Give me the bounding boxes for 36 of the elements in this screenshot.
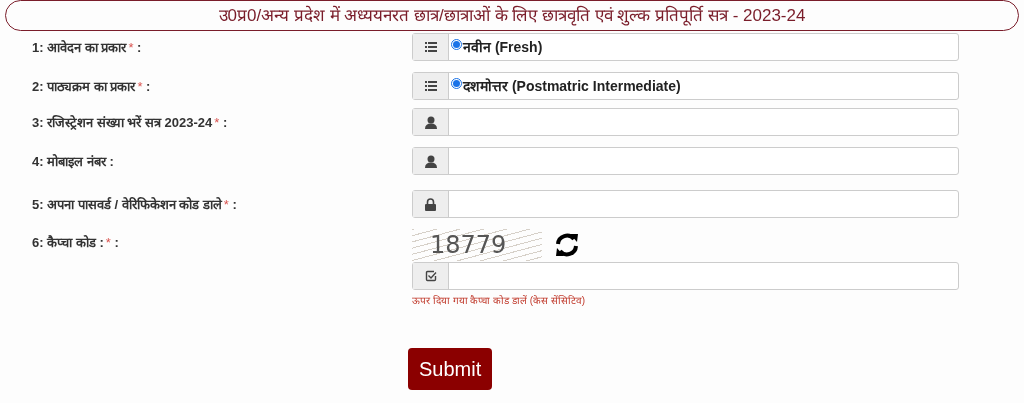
radio-label: दशमोत्तर (Postmatric Intermediate) <box>463 77 681 96</box>
radio-label: नवीन (Fresh) <box>463 38 543 57</box>
label-colon: : <box>231 197 237 212</box>
required-asterisk: * <box>214 115 220 130</box>
input-field[interactable] <box>412 147 959 175</box>
field-label: 4: मोबाइल नंबर : <box>32 154 114 169</box>
label-colon: : <box>222 115 228 130</box>
label-colon: : <box>136 40 142 55</box>
field-label: 3: रजिस्ट्रेशन संख्या भरें सत्र 2023-24 <box>32 115 213 130</box>
user-icon <box>424 115 437 129</box>
field-label: 1: आवेदन का प्रकार <box>32 40 127 55</box>
captcha-input-field[interactable] <box>412 262 959 290</box>
required-asterisk: * <box>128 40 134 55</box>
radio-field[interactable]: नवीन (Fresh) <box>412 33 959 61</box>
field-label: 5: अपना पासवर्ड / वेरिफिकेशन कोड डाले <box>32 197 222 212</box>
label-colon: : <box>145 79 151 94</box>
required-asterisk: * <box>105 235 111 250</box>
hint-text: ऊपर दिया गया कैप्चा कोड डालें (केस सेंसिटिव) <box>412 294 587 308</box>
field-label: 6: कैप्चा कोड : <box>32 235 104 250</box>
radio-button[interactable] <box>451 78 462 89</box>
radio-button[interactable] <box>451 39 462 50</box>
radio-field[interactable]: दशमोत्तर (Postmatric Intermediate) <box>412 72 959 100</box>
list-icon <box>424 81 437 91</box>
user-icon <box>424 154 437 168</box>
label-colon: : <box>113 235 119 250</box>
input-field[interactable] <box>412 190 959 218</box>
required-asterisk: * <box>137 79 143 94</box>
refresh-icon <box>554 233 580 257</box>
required-asterisk: * <box>223 197 229 212</box>
input-field[interactable] <box>412 108 959 136</box>
list-icon <box>424 42 437 52</box>
captcha-image: 18779 <box>412 229 542 261</box>
submit-button[interactable]: Submit <box>408 348 493 390</box>
lock-icon <box>425 197 436 211</box>
check-square-icon <box>424 270 437 282</box>
field-label: 2: पाठ्यक्रम का प्रकार <box>32 79 136 94</box>
